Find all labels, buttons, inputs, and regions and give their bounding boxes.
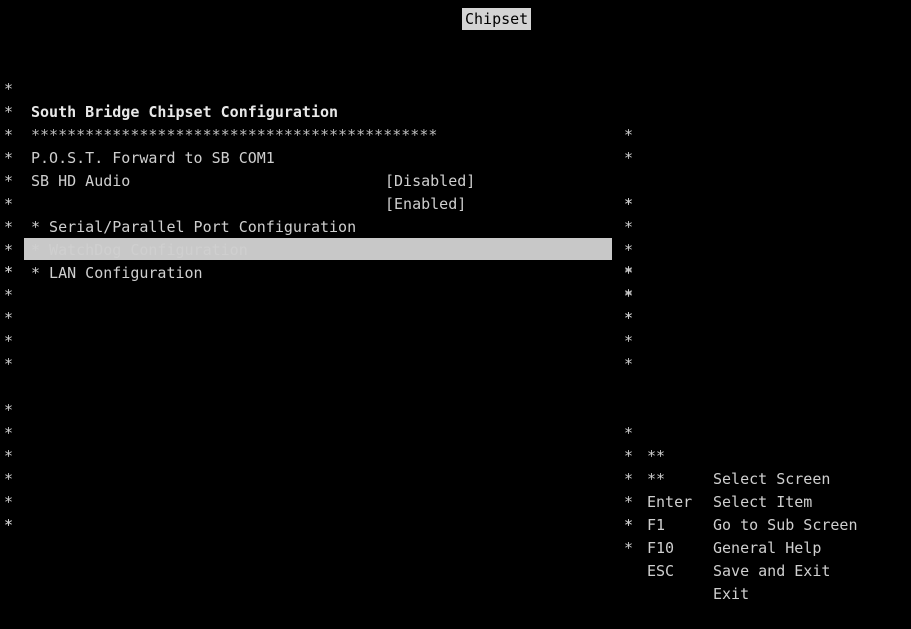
help-desc: General Help [713, 539, 822, 557]
help-key: ESC [647, 562, 675, 580]
border-asterisk: * [4, 309, 14, 327]
help-desc: Select Screen [713, 470, 831, 488]
option-value[interactable]: [Enabled] [385, 193, 466, 216]
help-esc: * * ESC Exit [0, 491, 749, 603]
divider-asterisk: * [624, 424, 634, 442]
divider-asterisk: * [624, 263, 634, 281]
divider-asterisk: * [624, 241, 634, 259]
divider-asterisk: * [624, 516, 634, 534]
divider-asterisk: * [624, 539, 634, 557]
help-enter: * * Enter Go to Sub Screen [0, 422, 858, 534]
divider-asterisk: * [624, 286, 634, 304]
border-asterisk: * [4, 355, 14, 373]
option-value[interactable]: [Disabled] [385, 170, 475, 193]
border-asterisk: * [4, 516, 14, 534]
divider-asterisk: * [624, 309, 634, 327]
option-sb-hd-audio[interactable]: * SB HD Audio [Enabled] * [0, 124, 633, 236]
divider-asterisk: * [624, 218, 634, 236]
submenu-lan[interactable]: * LAN Configuration [31, 262, 203, 285]
divider-asterisk: * [624, 126, 634, 144]
border-asterisk: * [4, 286, 14, 304]
help-f1: * * F1 General Help [0, 445, 821, 557]
divider-asterisk: * [624, 470, 634, 488]
help-desc: Select Item [713, 493, 813, 511]
divider-asterisk: * [624, 355, 634, 373]
divider-asterisk: * [624, 493, 634, 511]
border-asterisk: * [4, 332, 14, 350]
option-post-forward[interactable]: * P.O.S.T. Forward to SB COM1 [Disabled]… [0, 101, 633, 213]
help-desc: Exit [713, 585, 750, 603]
divider-asterisk: * [624, 447, 634, 465]
divider-asterisk: * [624, 195, 634, 213]
submenu-watchdog[interactable]: * WatchDog Configuration [31, 239, 248, 262]
separator-line: ****************************************… [31, 126, 438, 144]
border-asterisk: * [4, 263, 14, 281]
divider-asterisk: * [624, 149, 634, 167]
help-key: F1 [647, 516, 666, 534]
help-key: Enter [647, 493, 693, 511]
help-select-item: * * ** Select Item [0, 399, 812, 511]
divider-asterisk: * [624, 332, 634, 350]
section-heading: South Bridge Chipset Configuration [31, 103, 339, 121]
submenu-txden-serial[interactable]: * TXDEN Serial Port Type Configuration [31, 284, 374, 307]
help-desc: Go to Sub Screen [713, 516, 858, 534]
option-label: SB HD Audio [31, 172, 131, 190]
help-desc: Save and Exit [713, 562, 831, 580]
option-label: P.O.S.T. Forward to SB COM1 [31, 149, 275, 167]
help-key: ** [647, 470, 666, 488]
help-select-screen: * * ** Select Screen [0, 376, 830, 488]
tab-chipset[interactable]: Chipset [462, 8, 532, 30]
help-f10: * * F10 Save and Exit [0, 468, 830, 580]
submenu-serial-parallel[interactable]: * Serial/Parallel Port Configuration [31, 216, 356, 239]
help-key: F10 [647, 539, 675, 557]
help-key: ** [647, 447, 666, 465]
